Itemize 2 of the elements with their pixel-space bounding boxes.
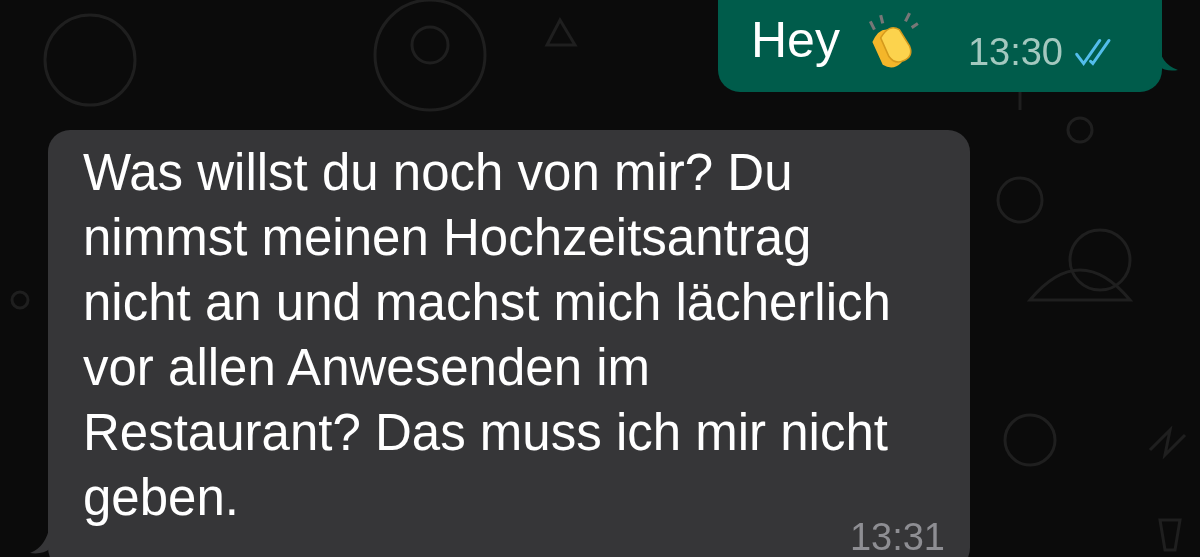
message-text: Hey — [751, 15, 840, 65]
message-time: 13:30 — [967, 33, 1063, 71]
